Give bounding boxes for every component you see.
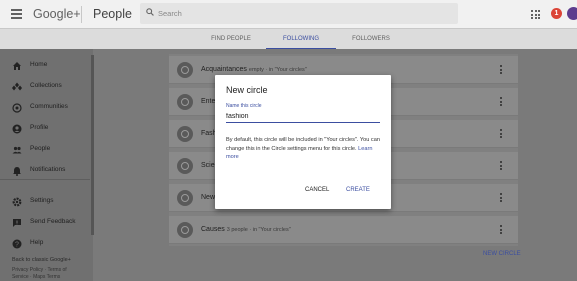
sidebar-item-communities[interactable]: Communities — [0, 98, 90, 118]
circle-meta: 3 people · in "Your circles" — [226, 227, 291, 233]
sidebar-item-label: Help — [30, 239, 44, 246]
avatar[interactable] — [567, 7, 577, 20]
sidebar: Home Collections Communities Profile Peo… — [0, 49, 93, 281]
sidebar-item-collections[interactable]: Collections — [0, 77, 90, 97]
sidebar-item-label: Notifications — [30, 166, 66, 173]
collections-icon — [12, 82, 22, 91]
circle-icon — [177, 94, 193, 110]
sidebar-item-label: Send Feedback — [30, 218, 76, 225]
more-vert-icon[interactable] — [500, 129, 502, 139]
back-to-classic-link[interactable]: Back to classic Google+ — [12, 257, 71, 263]
dialog-body-text: By default, this circle will be included… — [226, 137, 380, 152]
circle-icon — [177, 126, 193, 142]
search-box[interactable] — [140, 3, 458, 24]
sidebar-item-settings[interactable]: Settings — [0, 192, 90, 212]
circle-meta: empty · in "Your circles" — [248, 67, 307, 73]
more-vert-icon[interactable] — [500, 193, 502, 203]
bell-icon — [13, 167, 21, 176]
sidebar-divider — [0, 179, 90, 180]
sidebar-item-send-feedback[interactable]: Send Feedback — [0, 213, 90, 233]
cancel-button[interactable]: CANCEL — [305, 187, 329, 193]
create-button[interactable]: CREATE — [346, 187, 370, 193]
sidebar-item-label: Communities — [30, 103, 68, 110]
header-divider — [81, 6, 82, 23]
communities-icon — [12, 103, 22, 113]
circle-name: New — [201, 194, 216, 201]
search-icon — [146, 8, 154, 16]
circle-name: Acquaintances — [201, 66, 247, 73]
sidebar-item-label: Collections — [30, 82, 62, 89]
app-name: People — [93, 7, 132, 21]
list-item[interactable]: Causes 3 people · in "Your circles" — [169, 216, 518, 244]
more-vert-icon[interactable] — [500, 97, 502, 107]
circle-name: Ente — [201, 98, 216, 105]
people-icon — [12, 146, 22, 154]
circle-name: Scie — [201, 162, 215, 169]
tab-followers[interactable]: FOLLOWERS — [340, 29, 402, 49]
circle-icon — [177, 190, 193, 206]
more-vert-icon[interactable] — [500, 161, 502, 171]
home-icon — [13, 62, 21, 70]
tab-find-people[interactable]: FIND PEOPLE — [200, 29, 262, 49]
circle-icon — [177, 62, 193, 78]
footer-links[interactable]: Privacy Policy · Terms of Service · Maps… — [12, 267, 82, 281]
apps-grid-icon[interactable] — [531, 10, 540, 19]
more-vert-icon[interactable] — [500, 225, 502, 235]
sidebar-item-help[interactable]: ? Help — [0, 234, 90, 254]
feedback-icon — [13, 219, 21, 227]
new-circle-button[interactable]: NEW CIRCLE — [483, 251, 521, 257]
profile-icon — [12, 124, 22, 134]
sidebar-scrollbar[interactable] — [91, 55, 94, 235]
menu-icon[interactable] — [11, 9, 22, 19]
sidebar-item-label: Profile — [30, 124, 49, 131]
circle-name: Causes — [201, 226, 225, 233]
people-tabs: FIND PEOPLE FOLLOWING FOLLOWERS — [0, 29, 577, 49]
new-circle-dialog: New circle Name this circle By default, … — [215, 75, 391, 209]
sidebar-item-label: People — [30, 145, 51, 152]
help-icon: ? — [12, 239, 22, 249]
sidebar-item-label: Settings — [30, 197, 54, 204]
top-bar: Google+ People 1 — [0, 0, 577, 29]
dialog-title: New circle — [226, 85, 268, 95]
circle-name-input[interactable] — [226, 111, 380, 123]
gear-icon — [12, 197, 22, 207]
search-input[interactable] — [158, 6, 448, 21]
circle-icon — [177, 222, 193, 238]
sidebar-item-label: Home — [30, 61, 48, 68]
notification-badge[interactable]: 1 — [551, 8, 562, 19]
sidebar-item-notifications[interactable]: Notifications — [0, 161, 90, 181]
tab-following[interactable]: FOLLOWING — [266, 29, 336, 49]
google-plus-logo[interactable]: Google+ — [33, 7, 81, 21]
circle-name-label: Name this circle — [226, 103, 262, 109]
dialog-description: By default, this circle will be included… — [226, 136, 386, 162]
sidebar-item-home[interactable]: Home — [0, 56, 90, 76]
sidebar-item-people[interactable]: People — [0, 140, 90, 160]
circle-icon — [177, 158, 193, 174]
more-vert-icon[interactable] — [500, 65, 502, 75]
sidebar-item-profile[interactable]: Profile — [0, 119, 90, 139]
svg-text:?: ? — [15, 242, 19, 249]
